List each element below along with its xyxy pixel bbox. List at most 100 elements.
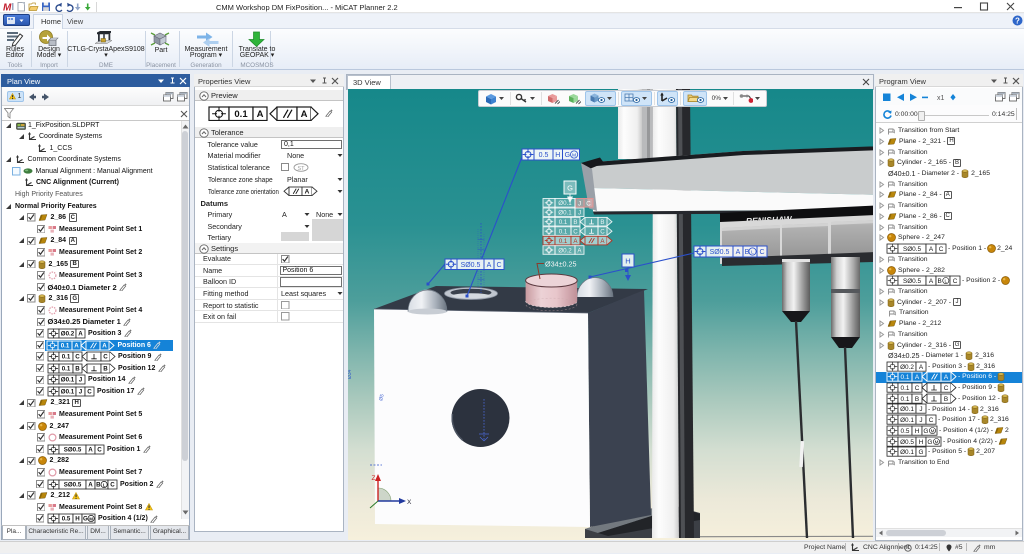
svg-text:C: C — [600, 228, 605, 235]
svg-text:Ø0.2: Ø0.2 — [900, 363, 914, 370]
svg-text:SØ0.5: SØ0.5 — [63, 481, 81, 488]
svg-text:L: L — [945, 278, 948, 283]
svg-text:A: A — [74, 342, 79, 349]
svg-text:A: A — [929, 278, 934, 285]
svg-text:0.5: 0.5 — [539, 152, 549, 159]
svg-text:0.1: 0.1 — [61, 365, 70, 372]
svg-text:M: M — [931, 428, 935, 433]
svg-text:0.1: 0.1 — [901, 385, 910, 392]
svg-text:B: B — [96, 481, 101, 488]
svg-text:X: X — [407, 499, 412, 506]
svg-text:M: M — [89, 517, 93, 522]
svg-text:Ø0.1: Ø0.1 — [900, 449, 914, 456]
svg-text:?: ? — [1015, 17, 1020, 26]
svg-text:0.1: 0.1 — [61, 354, 70, 361]
svg-text:B: B — [103, 365, 108, 372]
svg-text:Z: Z — [372, 475, 376, 482]
svg-text:Ø0.2: Ø0.2 — [60, 331, 74, 338]
svg-text:G: G — [567, 184, 573, 193]
svg-text:0.5: 0.5 — [901, 428, 910, 435]
svg-text:0.1: 0.1 — [901, 374, 910, 381]
svg-text:H: H — [555, 152, 560, 159]
svg-text:SØ0.5: SØ0.5 — [710, 249, 730, 256]
svg-text:Ø0.1: Ø0.1 — [900, 417, 914, 424]
svg-text:A: A — [919, 363, 924, 370]
svg-text:H: H — [919, 439, 924, 446]
svg-text:C: C — [87, 388, 92, 395]
svg-text:J: J — [578, 200, 581, 207]
svg-text:SØ0.5: SØ0.5 — [461, 262, 481, 269]
svg-text:Ø0.1: Ø0.1 — [900, 406, 914, 413]
svg-text:C: C — [573, 228, 578, 235]
svg-text:0.1: 0.1 — [559, 219, 568, 226]
svg-text:L: L — [102, 482, 105, 487]
svg-text:A: A — [78, 331, 83, 338]
svg-text:G: G — [919, 449, 924, 456]
svg-text:A: A — [102, 342, 107, 349]
svg-text:J: J — [919, 417, 922, 424]
svg-text:C: C — [586, 200, 591, 207]
svg-text:A: A — [929, 246, 934, 253]
svg-text:0.1: 0.1 — [559, 228, 568, 235]
svg-text:0.1: 0.1 — [901, 396, 910, 403]
svg-text:SØ0.5: SØ0.5 — [903, 246, 922, 253]
svg-text:Ø0.2: Ø0.2 — [558, 247, 572, 254]
svg-text:A: A — [301, 109, 308, 120]
svg-text:Ø0.1: Ø0.1 — [558, 200, 572, 207]
svg-text:0.5: 0.5 — [61, 516, 70, 523]
svg-text:B: B — [573, 219, 577, 226]
svg-text:B: B — [944, 396, 948, 403]
svg-text:G: G — [82, 516, 87, 523]
svg-text:Ø0.1: Ø0.1 — [60, 388, 74, 395]
svg-text:C: C — [75, 354, 80, 361]
svg-text:Ø34±0.25: Ø34±0.25 — [545, 260, 577, 269]
svg-text:C: C — [110, 481, 115, 488]
svg-text:C: C — [944, 385, 949, 392]
svg-text:0.1: 0.1 — [234, 109, 248, 120]
svg-text:0.1: 0.1 — [559, 238, 568, 245]
svg-text:B: B — [600, 219, 604, 226]
svg-text:M: M — [935, 439, 939, 444]
svg-text:J: J — [578, 210, 581, 217]
svg-text:A: A — [487, 262, 492, 269]
svg-text:B: B — [937, 278, 941, 285]
svg-text:C: C — [759, 249, 764, 256]
svg-text:Ø0.5: Ø0.5 — [900, 439, 914, 446]
svg-text:x1: x1 — [937, 95, 945, 102]
svg-text:C: C — [915, 385, 920, 392]
svg-text:J: J — [78, 377, 82, 384]
svg-text:J: J — [78, 388, 82, 395]
svg-text:Ø0.1: Ø0.1 — [558, 210, 572, 217]
svg-text:SØ0.5: SØ0.5 — [903, 278, 922, 285]
svg-text:J: J — [919, 406, 922, 413]
svg-text:Ø34: Ø34 — [348, 369, 353, 379]
svg-text:A: A — [736, 249, 741, 256]
svg-text:B: B — [75, 365, 80, 372]
svg-text:C: C — [929, 417, 934, 424]
svg-text:B: B — [915, 396, 919, 403]
svg-text:H: H — [915, 428, 920, 435]
svg-text:C: C — [97, 446, 102, 453]
svg-text:A: A — [257, 109, 264, 120]
svg-text:C: C — [496, 262, 501, 269]
svg-text:H: H — [625, 257, 630, 266]
svg-text:Ø0.1: Ø0.1 — [60, 377, 74, 384]
svg-text:A: A — [305, 189, 310, 196]
svg-text:G: G — [923, 428, 928, 435]
svg-text:ST: ST — [297, 166, 305, 172]
svg-text:H: H — [75, 516, 80, 523]
svg-text:G: G — [927, 439, 932, 446]
svg-text:A: A — [88, 481, 93, 488]
svg-text:A: A — [88, 446, 93, 453]
svg-text:M: M — [3, 3, 12, 13]
svg-text:C: C — [939, 246, 944, 253]
svg-text:G: G — [565, 152, 570, 159]
svg-text:A: A — [944, 374, 949, 381]
svg-text:C: C — [103, 354, 108, 361]
svg-text:SØ0.5: SØ0.5 — [63, 446, 81, 453]
svg-text:0.1: 0.1 — [61, 342, 70, 349]
svg-text:L: L — [751, 250, 754, 256]
svg-text:M: M — [572, 153, 576, 159]
svg-text:C: C — [953, 278, 958, 285]
svg-text:A: A — [915, 374, 920, 381]
